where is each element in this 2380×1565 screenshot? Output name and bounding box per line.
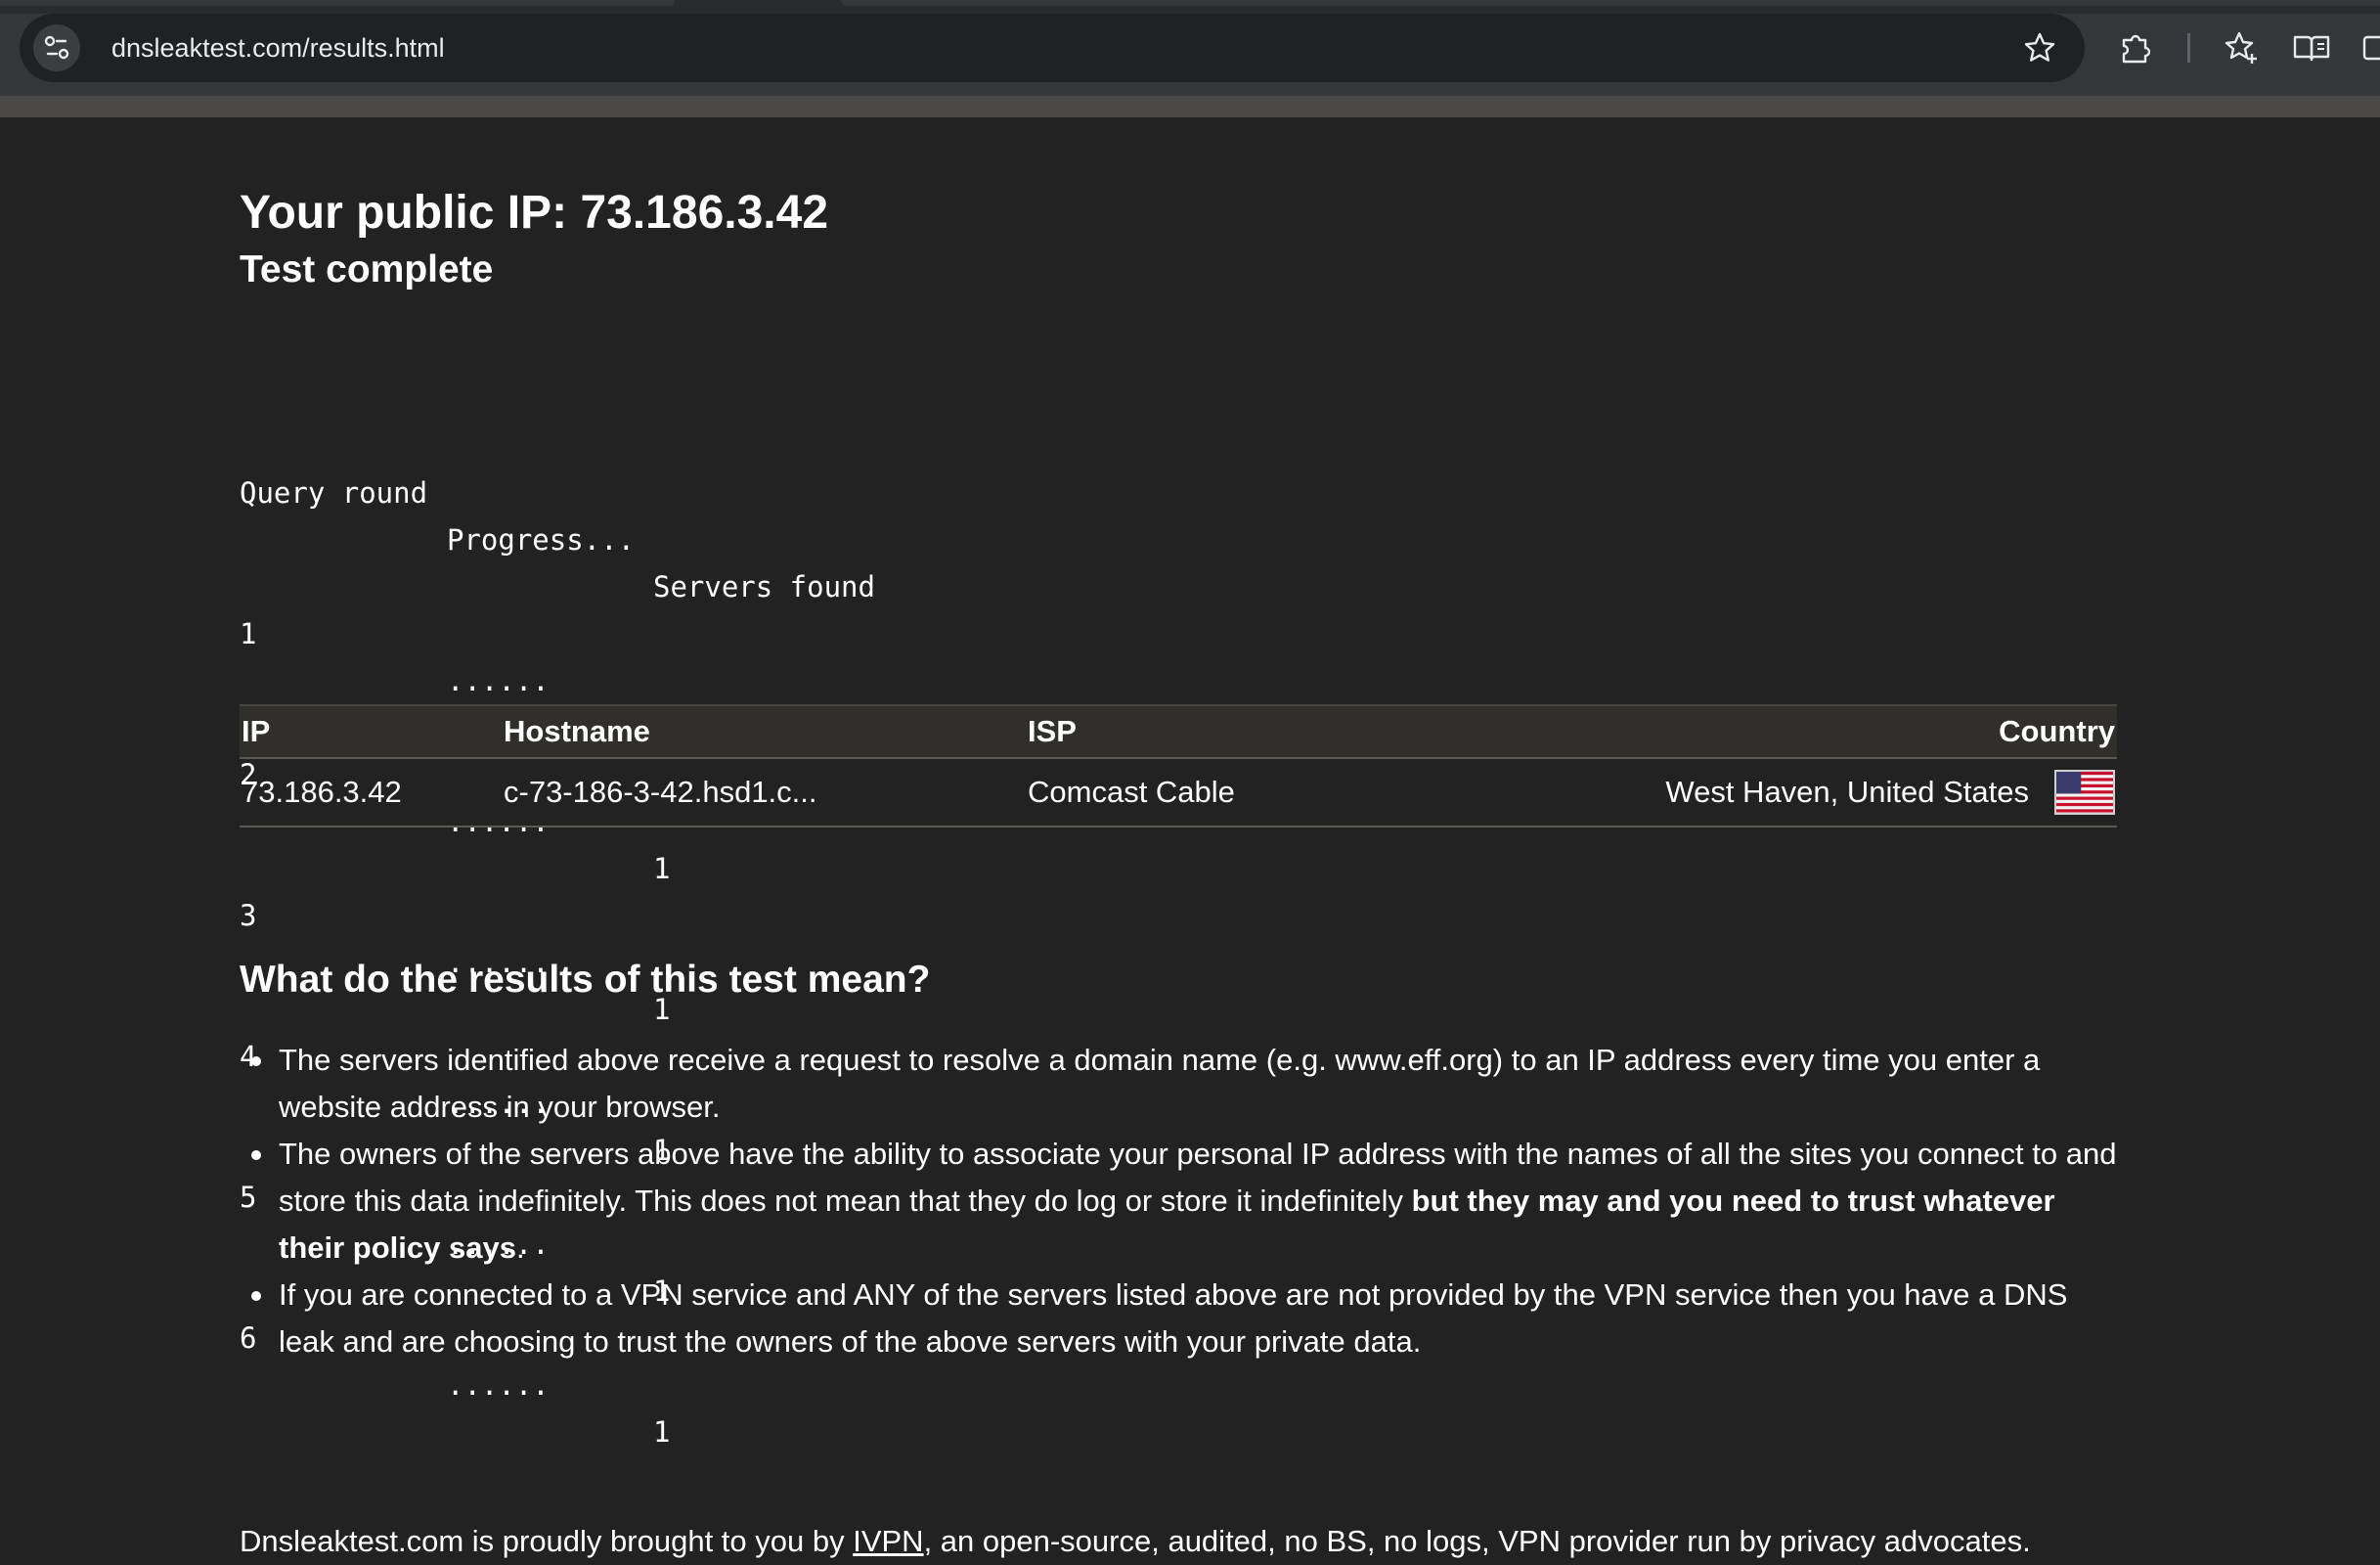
test-status-heading: Test complete <box>240 248 494 291</box>
query-rounds-header: Query round Progress... Servers found <box>240 423 875 604</box>
query-round-row: 1 ...... 1 <box>240 563 670 744</box>
list-item: If you are connected to a VPN service an… <box>251 1272 2117 1365</box>
bullet-text: The servers identified above receive a r… <box>279 1043 2041 1124</box>
bullet-text: If you are connected to a VPN service an… <box>279 1277 2068 1359</box>
round-number: 1 <box>240 617 257 650</box>
footer-text-tail: , an open-source, audited, no BS, no log… <box>923 1524 2031 1558</box>
round-servers: 1 <box>653 852 671 885</box>
round-servers: 1 <box>653 1415 671 1449</box>
favorites-icon[interactable] <box>2220 26 2263 69</box>
query-round-header: Query round <box>240 476 428 510</box>
tab-right[interactable] <box>841 0 2380 6</box>
tab-left[interactable] <box>0 0 675 6</box>
progress-header: Progress... <box>447 523 636 557</box>
table-header-row: IP Hostname ISP Country <box>240 704 2117 759</box>
us-flag-icon <box>2054 770 2115 815</box>
browser-toolbar: dnsleaktest.com/results.html <box>0 0 2380 96</box>
explanation-list: The servers identified above receive a r… <box>240 1037 2117 1365</box>
ivpn-link[interactable]: IVPN <box>853 1524 923 1558</box>
server-country-cell: West Haven, United States <box>1515 758 2117 827</box>
isp-column-header: ISP <box>1026 704 1515 759</box>
server-ip: 73.186.3.42 <box>240 758 502 827</box>
footer-credit: Dnsleaktest.com is proudly brought to yo… <box>240 1518 2031 1565</box>
query-round-row: 3 ...... 1 <box>240 845 670 1026</box>
server-country: West Haven, United States <box>1665 775 2029 809</box>
list-item: The servers identified above receive a r… <box>251 1037 2117 1131</box>
page-top-bar <box>0 96 2380 117</box>
explanation-heading: What do the results of this test mean? <box>240 959 931 1001</box>
table-row: 73.186.3.42 c-73-186-3-42.hsd1.c... Comc… <box>240 758 2117 827</box>
footer-text: Dnsleaktest.com is proudly brought to yo… <box>240 1524 854 1558</box>
address-bar[interactable]: dnsleaktest.com/results.html <box>20 14 2085 82</box>
round-progress: ...... <box>447 664 550 697</box>
hostname-column-header: Hostname <box>502 704 1026 759</box>
toolbar-separator <box>2187 33 2190 63</box>
tab-strip <box>0 0 2380 14</box>
ip-column-header: IP <box>240 704 502 759</box>
servers-found-header: Servers found <box>653 570 875 604</box>
dns-servers-table: IP Hostname ISP Country 73.186.3.42 c-73… <box>240 704 2117 827</box>
bookmark-star-icon[interactable] <box>2020 28 2059 67</box>
site-settings-icon[interactable] <box>33 24 80 71</box>
extensions-icon[interactable] <box>2114 26 2157 69</box>
server-hostname: c-73-186-3-42.hsd1.c... <box>502 758 1026 827</box>
list-item: The owners of the servers above have the… <box>251 1131 2117 1272</box>
public-ip-heading: Your public IP: 73.186.3.42 <box>240 187 829 239</box>
reading-mode-icon[interactable] <box>2290 26 2333 69</box>
bullet-tail: . <box>515 1230 525 1265</box>
round-progress: ...... <box>447 1368 550 1402</box>
split-view-icon[interactable] <box>2358 26 2380 69</box>
url-text[interactable]: dnsleaktest.com/results.html <box>111 14 445 82</box>
round-number: 3 <box>240 899 257 932</box>
country-column-header: Country <box>1515 704 2117 759</box>
server-isp: Comcast Cable <box>1026 758 1515 827</box>
